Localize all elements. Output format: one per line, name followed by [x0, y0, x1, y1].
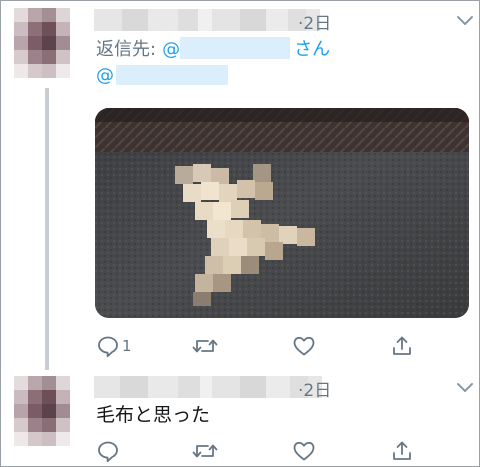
display-name-blurred[interactable]: [94, 376, 322, 398]
mention-line: @: [96, 65, 228, 86]
retweet-button[interactable]: [192, 333, 218, 359]
tweet-actions: [96, 438, 426, 464]
thread-line: [45, 88, 49, 370]
share-button[interactable]: [390, 438, 414, 464]
reply-icon: [98, 336, 118, 358]
tweet-photo[interactable]: [95, 108, 469, 318]
reply-count: 1: [122, 337, 132, 355]
reply-to-line: 返信先: @ さん: [96, 35, 330, 61]
share-button[interactable]: [390, 333, 414, 359]
tweet-text: 毛布と思った: [96, 404, 211, 426]
reply-button[interactable]: 1: [96, 333, 132, 359]
tweet-time[interactable]: ·2日: [298, 9, 331, 34]
display-name-blurred[interactable]: [94, 9, 320, 31]
share-icon: [393, 336, 411, 355]
reply-icon: [98, 441, 118, 463]
retweet-icon: [192, 444, 218, 458]
tweet-actions: 1: [96, 333, 426, 359]
reply-to-label: 返信先:: [96, 39, 157, 60]
reply-button[interactable]: [96, 438, 120, 464]
reply-to-suffix: さん: [294, 39, 331, 60]
avatar[interactable]: [14, 376, 70, 446]
mention-handle[interactable]: @: [96, 65, 114, 86]
avatar[interactable]: [14, 8, 70, 78]
like-icon: [293, 336, 315, 356]
retweet-icon: [192, 339, 218, 353]
like-button[interactable]: [292, 438, 316, 464]
retweet-button[interactable]: [192, 438, 218, 464]
share-icon: [393, 441, 411, 460]
like-icon: [293, 441, 315, 461]
chevron-down-icon[interactable]: [456, 382, 474, 394]
reply-to-handle[interactable]: @: [162, 39, 180, 60]
reply-to-handle-blurred[interactable]: [180, 37, 291, 59]
chevron-down-icon[interactable]: [456, 15, 474, 27]
like-button[interactable]: [292, 333, 316, 359]
tweet-time[interactable]: ·2日: [298, 376, 331, 401]
mention-handle-blurred[interactable]: [116, 65, 228, 85]
